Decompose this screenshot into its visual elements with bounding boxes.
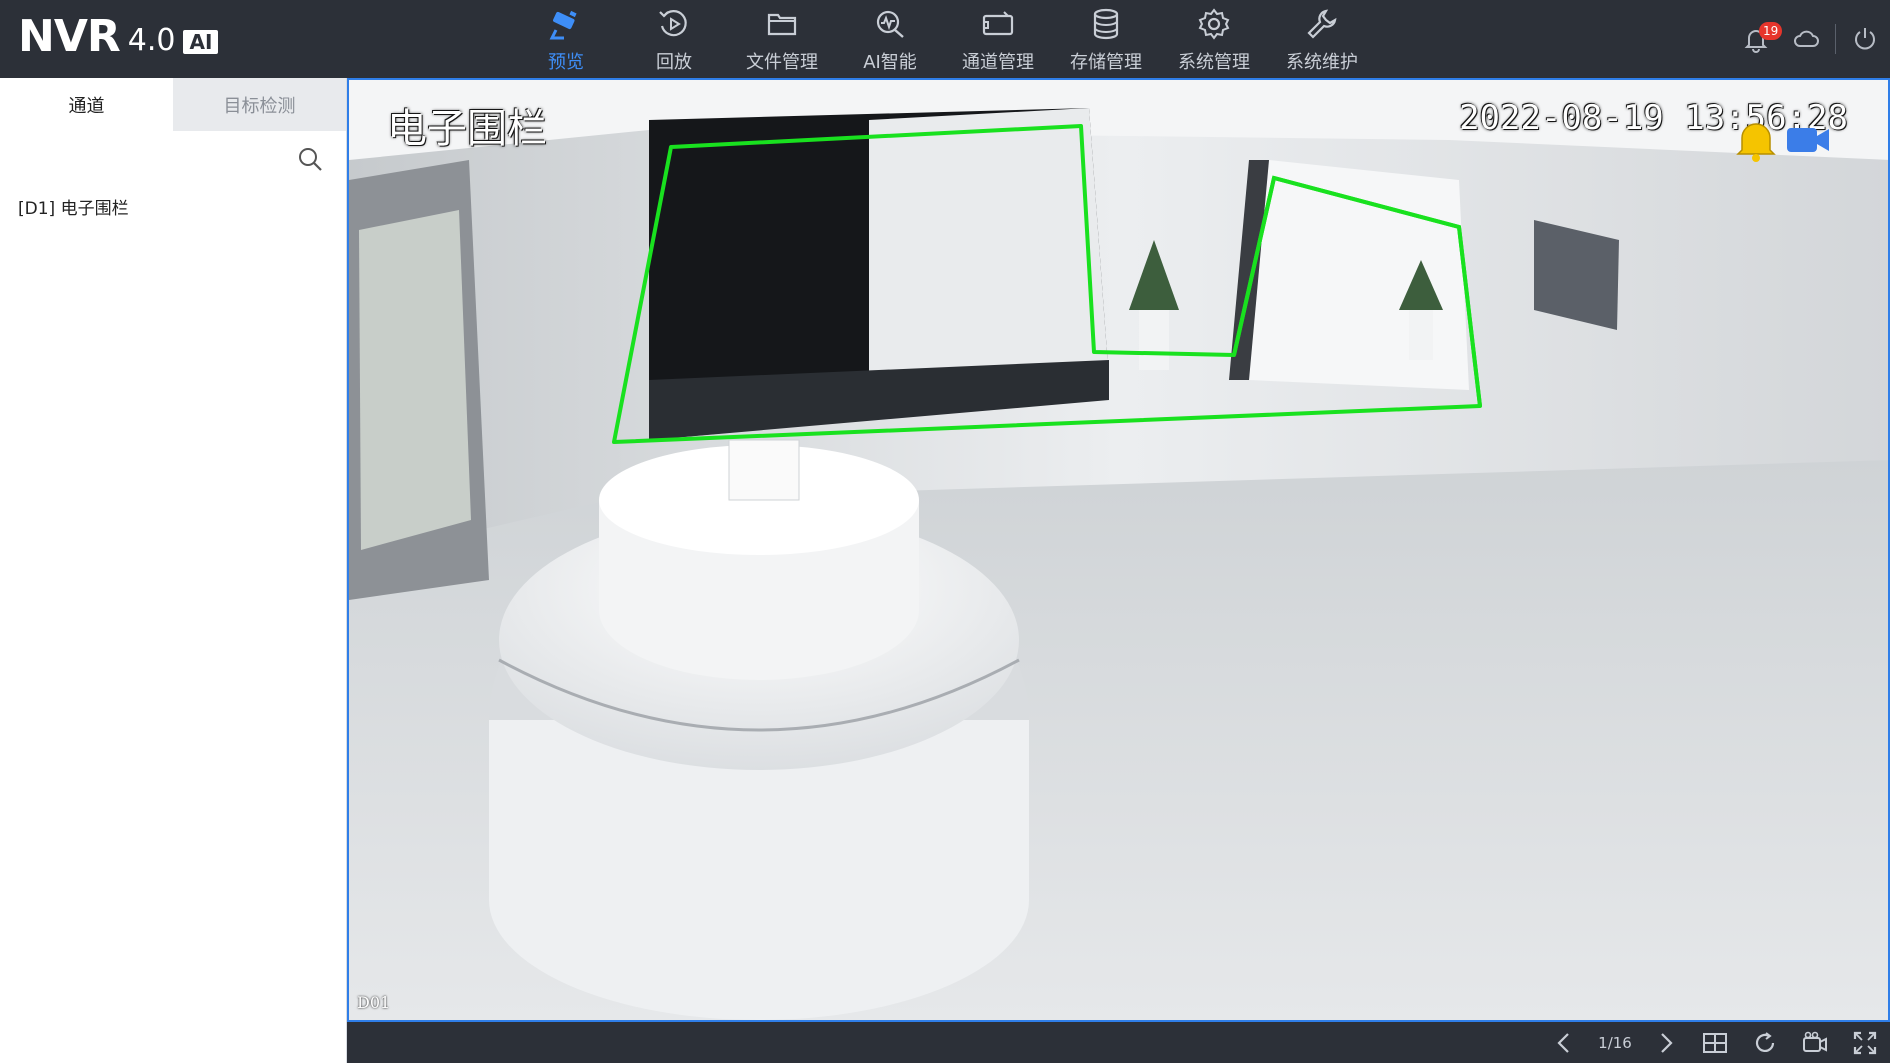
right-doorway [1249, 160, 1469, 390]
video-camera-icon [1803, 1031, 1827, 1052]
nav-system-management[interactable]: 系统管理 [1160, 0, 1268, 78]
playback-controls: 1/16 [1540, 1022, 1890, 1063]
nav-channel-management[interactable]: 通道管理 [944, 0, 1052, 78]
sidebar: 通道 目标检测 [D1] 电子围栏 [0, 78, 347, 1063]
rotate-icon [1755, 1031, 1775, 1052]
ai-icon [876, 10, 904, 38]
nav-channel-management-label: 通道管理 [962, 52, 1034, 73]
osd-title: 电子围栏 [387, 106, 547, 152]
chevron-left-icon [1557, 1032, 1569, 1053]
power-button[interactable] [1840, 0, 1890, 78]
cloud-button[interactable] [1781, 0, 1831, 78]
alarm-bell-icon [1736, 123, 1776, 162]
logo: NVR 4.0 AI [18, 11, 219, 62]
dark-room-inner-wall [869, 108, 1109, 400]
search-icon[interactable] [296, 145, 324, 173]
nav-system-maintenance[interactable]: 系统维护 [1268, 0, 1376, 78]
nav-playback-label: 回放 [656, 52, 692, 73]
rotate-button[interactable] [1740, 1022, 1790, 1063]
nav-ai-label: AI智能 [863, 52, 917, 73]
channel-item-d1[interactable]: [D1] 电子围栏 [0, 189, 346, 229]
logo-name: NVR [18, 11, 121, 62]
search-row [0, 131, 346, 189]
main-nav: 预览 回放 文件管理 AI智能 通道管理 存储管理 系统管理 系统维护 [512, 0, 1376, 78]
bottom-bar: 1/16 [347, 1022, 1890, 1063]
power-icon [1855, 28, 1875, 50]
prev-page-button[interactable] [1540, 1022, 1590, 1063]
logo-version: 4.0 [127, 23, 176, 58]
layout-grid-button[interactable] [1690, 1022, 1740, 1063]
cloud-icon [1794, 30, 1819, 47]
tab-channel[interactable]: 通道 [0, 78, 173, 131]
tab-target-detection[interactable]: 目标检测 [173, 78, 346, 131]
nav-preview[interactable]: 预览 [512, 0, 620, 78]
sidebar-tabs: 通道 目标检测 [0, 78, 346, 131]
channel-icon [982, 11, 1014, 36]
osd-channel-label: D01 [357, 993, 391, 1012]
playback-icon [659, 10, 687, 37]
search-input[interactable] [12, 141, 292, 177]
top-right-controls: 19 [1731, 0, 1890, 78]
top-bar: NVR 4.0 AI 预览 回放 文件管理 AI智能 通道管理 存储管理 系统管… [0, 0, 1890, 78]
alarm-icons [1732, 116, 1832, 164]
nav-storage-management-label: 存储管理 [1070, 52, 1142, 73]
record-button[interactable] [1790, 1022, 1840, 1063]
nav-file-management[interactable]: 文件管理 [728, 0, 836, 78]
logo-ai-badge: AI [183, 30, 219, 54]
gear-icon [1198, 8, 1230, 40]
channel-list: [D1] 电子围栏 [0, 189, 346, 229]
wrench-icon [1307, 9, 1337, 39]
video-view[interactable]: 电子围栏 2022-08-19 13:56:28 D01 [347, 78, 1890, 1022]
notification-badge: 19 [1759, 22, 1783, 40]
folder-icon [767, 13, 797, 36]
chevron-right-icon [1661, 1032, 1673, 1053]
nvr-app: NVR 4.0 AI 预览 回放 文件管理 AI智能 通道管理 存储管理 系统管… [0, 0, 1890, 1063]
database-icon [1093, 8, 1119, 40]
nav-system-management-label: 系统管理 [1178, 52, 1250, 73]
grid-icon [1703, 1032, 1727, 1053]
fullscreen-icon [1853, 1031, 1877, 1054]
nav-preview-label: 预览 [548, 52, 584, 73]
top-right-divider [1835, 24, 1836, 54]
nav-playback[interactable]: 回放 [620, 0, 728, 78]
left-door-glass [359, 210, 471, 550]
record-camera-icon [1787, 128, 1829, 152]
notification-button[interactable]: 19 [1731, 0, 1783, 78]
camera-icon [549, 10, 577, 40]
next-page-button[interactable] [1640, 1022, 1690, 1063]
nav-storage-management[interactable]: 存储管理 [1052, 0, 1160, 78]
nav-file-management-label: 文件管理 [746, 52, 818, 73]
camera-scene [349, 80, 1888, 1020]
nav-system-maintenance-label: 系统维护 [1286, 52, 1358, 73]
fullscreen-button[interactable] [1840, 1022, 1890, 1063]
nav-ai[interactable]: AI智能 [836, 0, 944, 78]
page-indicator: 1/16 [1598, 1033, 1632, 1052]
